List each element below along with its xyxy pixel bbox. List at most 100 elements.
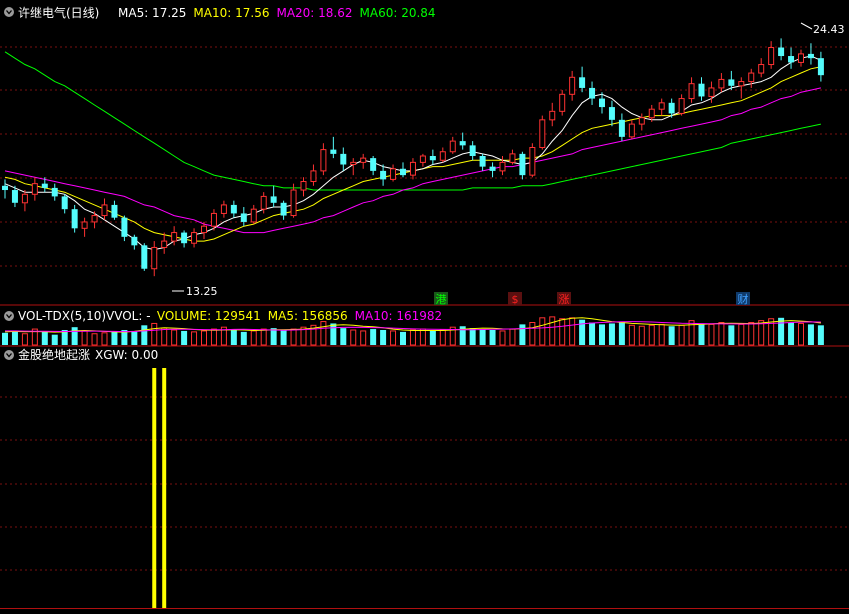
candle-body [161, 240, 168, 248]
candle [240, 207, 247, 227]
candle-body [300, 181, 307, 191]
volume-bar [569, 317, 576, 346]
candle-body [220, 204, 227, 214]
candle-body [579, 77, 586, 88]
candle [678, 94, 685, 116]
volume-panel-menu-icon[interactable] [4, 311, 14, 321]
candle-body [698, 83, 705, 97]
candle [429, 149, 436, 165]
candle [569, 70, 576, 101]
volume-bar [250, 330, 257, 346]
volume-bar [738, 323, 745, 346]
low-annotation: 13.25 [172, 285, 218, 298]
candle [360, 153, 367, 169]
indicator-value: MA5: 17.25 [118, 6, 186, 20]
indicator-value: VOLUME: 129541 [157, 309, 261, 323]
candle [738, 77, 745, 99]
candle-body [290, 189, 297, 217]
candle [768, 41, 775, 69]
candle [131, 234, 138, 250]
candle [400, 162, 406, 178]
low-label: 13.25 [186, 285, 218, 298]
candle-body [708, 87, 715, 97]
candle-body [111, 204, 118, 218]
volume-bar [798, 322, 804, 346]
candle [559, 90, 566, 116]
volume-bar [708, 323, 715, 346]
candle-body [171, 232, 178, 242]
volume-bar [499, 330, 506, 346]
volume-bar [21, 333, 28, 346]
signal-title: 金股绝地起涨 [18, 347, 90, 362]
candle-body [509, 153, 516, 163]
candle [698, 77, 705, 101]
signal-bar [152, 368, 157, 608]
candle-body [479, 156, 486, 167]
candle-body [489, 166, 496, 171]
candle-body [191, 232, 198, 244]
volume-bar [330, 323, 337, 345]
candle-body [469, 145, 476, 156]
volume-bar [101, 332, 108, 346]
event-marker: 涨 [557, 292, 571, 306]
volume-bar [778, 317, 785, 345]
candle-body [778, 47, 785, 57]
volume-bar [529, 322, 536, 346]
candle-body [788, 56, 795, 63]
candle-body [340, 153, 347, 165]
candle-body [320, 149, 327, 172]
volume-bar [479, 329, 486, 345]
signal-header: 金股绝地起涨 XGW: 0.00 [4, 347, 158, 362]
stock-chart: 24.43 13.25 港 $ 涨 财 许继电气(日线) MA5: 17.25 MA10… [0, 5, 849, 609]
candle-body [499, 161, 506, 172]
event-marker-label: 涨 [559, 293, 570, 306]
candle [459, 132, 466, 150]
event-marker: $ [508, 292, 522, 306]
volume-bar [658, 323, 665, 346]
volume-header: VOL-TDX(5,10) VVOL: - VOLUME: 129541 MA5: … [4, 309, 442, 323]
candle [111, 200, 118, 220]
candle [718, 73, 725, 93]
candle-body [260, 195, 267, 210]
volume-bar [230, 330, 237, 345]
candle-body [628, 123, 635, 138]
candle [220, 200, 227, 218]
high-pointer [800, 22, 813, 30]
candlestick-series [2, 38, 824, 277]
candle [628, 119, 635, 139]
candle [807, 43, 814, 65]
candle [589, 81, 596, 105]
volume-bar [728, 325, 735, 345]
volume-bar [807, 324, 814, 345]
candle-body [817, 58, 824, 76]
volume-bar [171, 329, 178, 346]
volume-bar [2, 332, 8, 345]
candle [51, 183, 58, 201]
high-label: 24.43 [813, 23, 845, 36]
candle-body [31, 183, 38, 195]
candle [31, 177, 38, 201]
candle [280, 200, 287, 220]
candle [101, 198, 108, 220]
event-marker-label: $ [512, 293, 519, 306]
volume-bar [320, 321, 327, 346]
volume-bar [270, 328, 277, 345]
candle [688, 77, 695, 103]
candle-body [250, 208, 257, 223]
volume-bar [360, 330, 367, 346]
candle [489, 162, 496, 178]
volume-bar [439, 329, 446, 346]
volume-bar [768, 318, 775, 346]
volume-bar [400, 331, 406, 345]
candle-body [61, 196, 68, 210]
candle [310, 164, 317, 186]
indicator-value: MA60: 20.84 [360, 6, 436, 20]
volume-bar [131, 330, 138, 345]
main-panel-menu-icon[interactable] [4, 7, 14, 17]
candle-body [608, 107, 615, 120]
volume-bar [41, 331, 48, 345]
candle-body [380, 170, 387, 180]
candle [161, 232, 168, 254]
volume-bar [678, 324, 685, 346]
signal-panel-menu-icon[interactable] [4, 350, 14, 360]
